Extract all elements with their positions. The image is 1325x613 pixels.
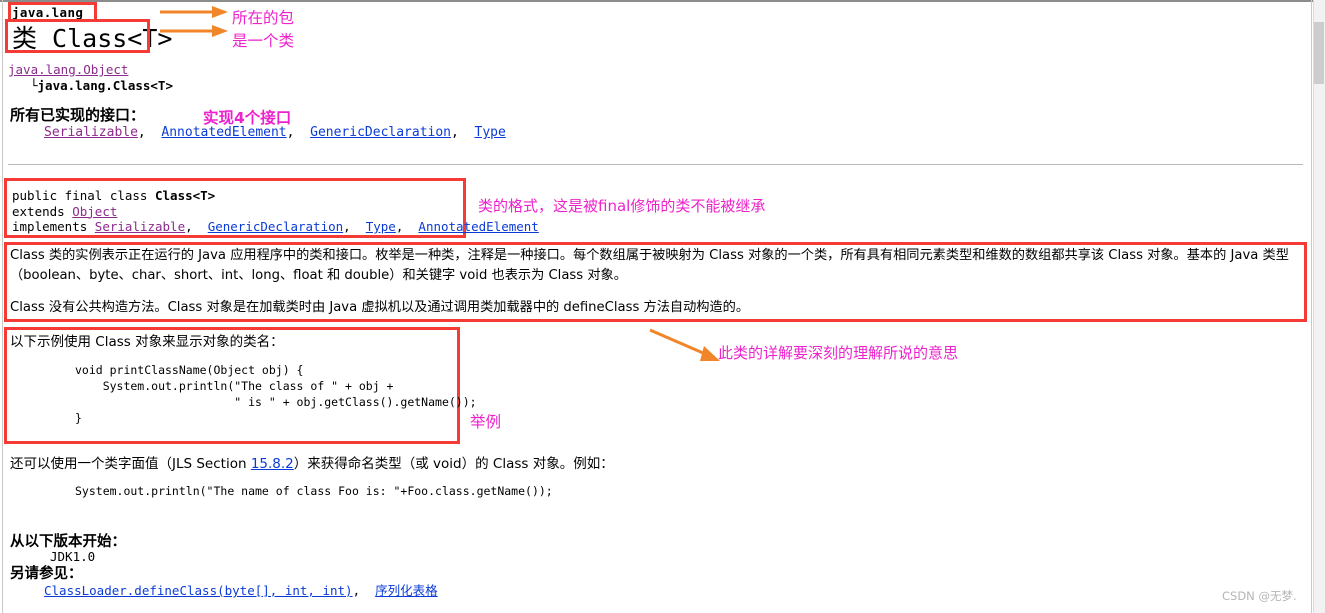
signature-interface-link-genericdeclaration[interactable]: GenericDeclaration [208,219,343,234]
sep: , [185,219,208,234]
example-code-block: void printClassName(Object obj) { System… [75,363,477,425]
section-divider [8,164,1303,165]
class-literal-code-block: System.out.println("The name of class Fo… [75,484,553,498]
see-also-link-serialized-form[interactable]: 序列化表格 [375,583,438,598]
jls-section-link[interactable]: 15.8.2 [251,456,294,472]
interface-link-genericdeclaration[interactable]: GenericDeclaration [310,125,451,140]
title-highlight-box [5,19,150,53]
watermark: CSDN @无梦. [1222,589,1297,603]
signature-interface-link-serializable[interactable]: Serializable [95,219,185,234]
page-right-border [1311,0,1312,613]
sep: , [451,125,475,140]
example-intro-text: 以下示例使用 Class 对象来显示对象的类名： [10,334,284,350]
signature-implements-keyword: implements [12,219,95,234]
since-label: 从以下版本开始： [10,534,126,550]
hierarchy-child: └java.lang.Class<T> [30,78,173,93]
document-content: java.lang 类 Class<T> 所在的包 是一个类 java.lang… [0,0,1311,613]
class-literal-text-after: ）来获得命名类型（或 void）的 Class 对象。例如： [293,456,614,472]
annotation-description-note: 此类的详解要深刻的理解所说的意思 [718,344,959,362]
class-literal-text-before: 还可以使用一个类字面值（JLS Section [10,456,251,472]
hierarchy-parent-link[interactable]: java.lang.Object [8,62,128,77]
sep: , [343,219,366,234]
see-also-link-classloader-defineclass[interactable]: ClassLoader.defineClass(byte[], int, int… [44,583,353,598]
sep: , [395,219,419,234]
arrow-to-package-note-icon [160,6,228,18]
class-literal-text: 还可以使用一个类字面值（JLS Section 15.8.2）来获得命名类型（或… [10,452,614,472]
hierarchy-parent: java.lang.Object [8,62,128,77]
annotation-package-note-line2: 是一个类 [232,32,295,50]
signature-line-1: public final class Class<T> [12,188,539,204]
arrow-to-class-note-icon [160,25,228,37]
description-paragraph-1: Class 类的实例表示正在运行的 Java 应用程序中的类和接口。枚举是一种类… [10,248,1289,283]
signature-class-name: Class<T> [155,188,216,203]
interface-link-type[interactable]: Type [475,125,506,140]
signature-extends-keyword: extends [12,203,73,219]
class-signature: public final class Class<T> extends Obje… [12,188,539,235]
sep: , [137,125,162,140]
signature-interface-link-annotatedelement[interactable]: AnnotatedElement [418,219,538,234]
annotation-package-note: 所在的包 是一个类 [232,7,294,53]
signature-interface-link-type[interactable]: Type [366,219,396,234]
signature-line-2: extends Object [12,204,539,220]
signature-line-3: implements Serializable, GenericDeclarat… [12,219,539,235]
see-also-links: ClassLoader.defineClass(byte[], int, int… [44,580,438,599]
signature-superclass-link[interactable]: Object [72,204,117,219]
annotation-package-note-line1: 所在的包 [232,9,295,27]
sep: , [352,583,376,598]
vertical-scrollbar[interactable] [1313,0,1325,613]
annotation-signature-note: 类的格式，这是被final修饰的类不能被继承 [478,197,766,215]
javadoc-page: java.lang 类 Class<T> 所在的包 是一个类 java.lang… [0,0,1325,613]
annotation-example-note: 举例 [470,413,502,431]
signature-modifiers: public final class [12,188,155,203]
scrollbar-thumb[interactable] [1314,22,1324,84]
implemented-interfaces-label: 所有已实现的接口： [10,106,146,124]
sep: , [286,125,311,140]
implemented-interfaces-list: Serializable, AnnotatedElement, GenericD… [44,125,506,140]
interface-link-serializable[interactable]: Serializable [44,125,138,140]
interface-link-annotatedelement[interactable]: AnnotatedElement [161,125,286,140]
description-paragraph-2: Class 没有公共构造方法。Class 对象是在加载类时由 Java 虚拟机以… [10,300,750,315]
class-description: Class 类的实例表示正在运行的 Java 应用程序中的类和接口。枚举是一种类… [10,246,1302,330]
arrow-to-description-note-icon [649,328,720,361]
